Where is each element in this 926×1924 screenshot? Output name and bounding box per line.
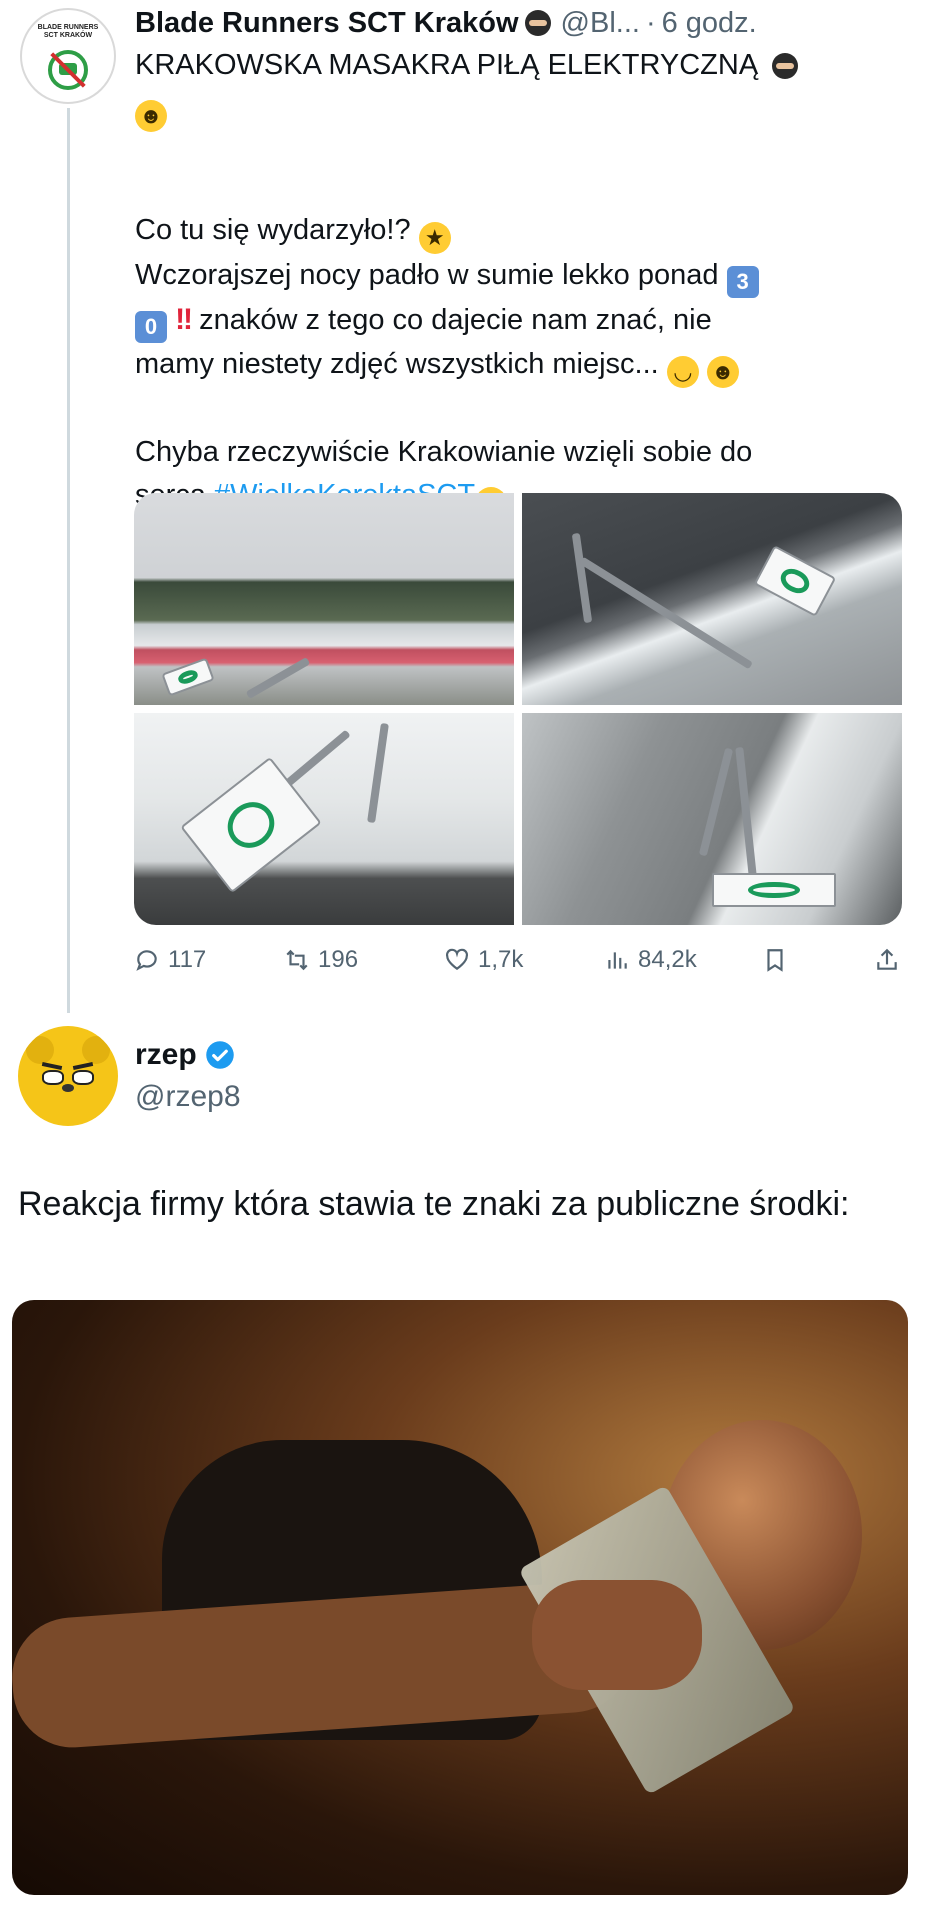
author-name-row: rzep bbox=[135, 1038, 235, 1072]
retweet-count: 196 bbox=[318, 946, 359, 973]
photo-4[interactable] bbox=[522, 713, 902, 925]
tweet-header: Blade Runners SCT Kraków @Bl... · 6 godz… bbox=[135, 4, 757, 42]
bear-eye bbox=[72, 1070, 94, 1085]
share-button[interactable] bbox=[874, 947, 908, 973]
fallen-sign-post bbox=[698, 747, 734, 857]
keycap-0-emoji: 0 bbox=[135, 311, 167, 343]
tweet-line: Chyba rzeczywiście Krakowianie wzięli so… bbox=[135, 436, 753, 468]
fallen-sign-post bbox=[579, 556, 753, 670]
reply-button[interactable]: 117 bbox=[134, 946, 206, 974]
share-icon bbox=[877, 948, 897, 970]
media-grid bbox=[134, 493, 902, 925]
thread-line bbox=[67, 108, 70, 1013]
avatar[interactable] bbox=[18, 1026, 118, 1126]
fallen-sign bbox=[161, 657, 215, 697]
bear-ear bbox=[82, 1036, 110, 1064]
keycap-3-emoji: 3 bbox=[726, 266, 759, 298]
bear-brow bbox=[72, 1061, 94, 1071]
tweet-line: Co tu się wydarzyło!? bbox=[135, 214, 411, 246]
tweet-line: Wczorajszej nocy padło w sumie lekko pon… bbox=[135, 259, 719, 291]
fallen-sign-post bbox=[245, 657, 311, 699]
verified-icon bbox=[205, 1041, 234, 1069]
tweet-line: znaków z tego co dajecie nam znać, nie bbox=[199, 304, 712, 336]
separator-dot: · bbox=[645, 6, 656, 39]
double-exclamation-emoji: !! bbox=[175, 303, 193, 336]
views-icon bbox=[608, 952, 627, 969]
retweet-button[interactable]: 196 bbox=[284, 946, 358, 974]
ninja-emoji bbox=[772, 53, 799, 80]
smile-emoji: ☻ bbox=[706, 356, 739, 388]
fallen-sign-post bbox=[367, 722, 389, 824]
tweet-actions: 117 196 1,7k 84,2k bbox=[134, 940, 904, 980]
bear-nose bbox=[62, 1084, 74, 1092]
tweet-text: Reakcja firmy która stawia te znaki za p… bbox=[18, 1185, 850, 1223]
author-handle[interactable]: @rzep8 bbox=[135, 1080, 241, 1114]
avatar-logo-text: BLADE RUNNERS SCT KRAKÓW bbox=[37, 24, 99, 39]
bear-ear bbox=[26, 1036, 54, 1064]
avatar[interactable]: BLADE RUNNERS SCT KRAKÓW bbox=[20, 8, 116, 104]
meme-hand bbox=[532, 1580, 702, 1690]
reply-count: 117 bbox=[168, 946, 207, 973]
fallen-sign bbox=[753, 545, 837, 617]
bookmark-icon bbox=[767, 949, 783, 972]
photo-1[interactable] bbox=[134, 493, 514, 705]
reply-icon bbox=[136, 950, 157, 971]
ninja-emoji bbox=[524, 10, 551, 36]
like-count: 1,7k bbox=[478, 946, 524, 973]
bookmark-button[interactable] bbox=[762, 947, 796, 973]
smile-emoji: ☻ bbox=[135, 100, 167, 132]
fallen-sign-post bbox=[571, 532, 593, 624]
tweet-text: KRAKOWSKA MASAKRA PIŁĄ ELEKTRYCZNĄ ☻ Co … bbox=[135, 44, 875, 519]
tweet-line: mamy niestety zdjęć wszystkich miejsc... bbox=[135, 348, 659, 380]
author-handle[interactable]: @Bl... bbox=[561, 7, 640, 40]
like-button[interactable]: 1,7k bbox=[444, 946, 523, 974]
bear-brow bbox=[41, 1061, 63, 1071]
author-name[interactable]: rzep bbox=[135, 1038, 197, 1072]
photo-2[interactable] bbox=[522, 493, 902, 705]
tweet-line: KRAKOWSKA MASAKRA PIŁĄ ELEKTRYCZNĄ bbox=[135, 49, 759, 81]
views-button[interactable]: 84,2k bbox=[604, 946, 697, 974]
timestamp[interactable]: 6 godz. bbox=[662, 7, 757, 40]
meme-image[interactable] bbox=[12, 1300, 908, 1895]
like-icon bbox=[446, 948, 468, 970]
author-name[interactable]: Blade Runners SCT Kraków bbox=[135, 7, 519, 40]
fallen-sign-post bbox=[735, 746, 757, 878]
star-struck-emoji: ★ bbox=[418, 222, 451, 254]
fallen-sign bbox=[712, 873, 836, 907]
retweet-icon bbox=[286, 949, 308, 971]
bear-eye bbox=[42, 1070, 64, 1085]
photo-3[interactable] bbox=[134, 713, 514, 925]
upside-down-emoji: ◡ bbox=[666, 356, 699, 388]
views-count: 84,2k bbox=[638, 946, 697, 973]
